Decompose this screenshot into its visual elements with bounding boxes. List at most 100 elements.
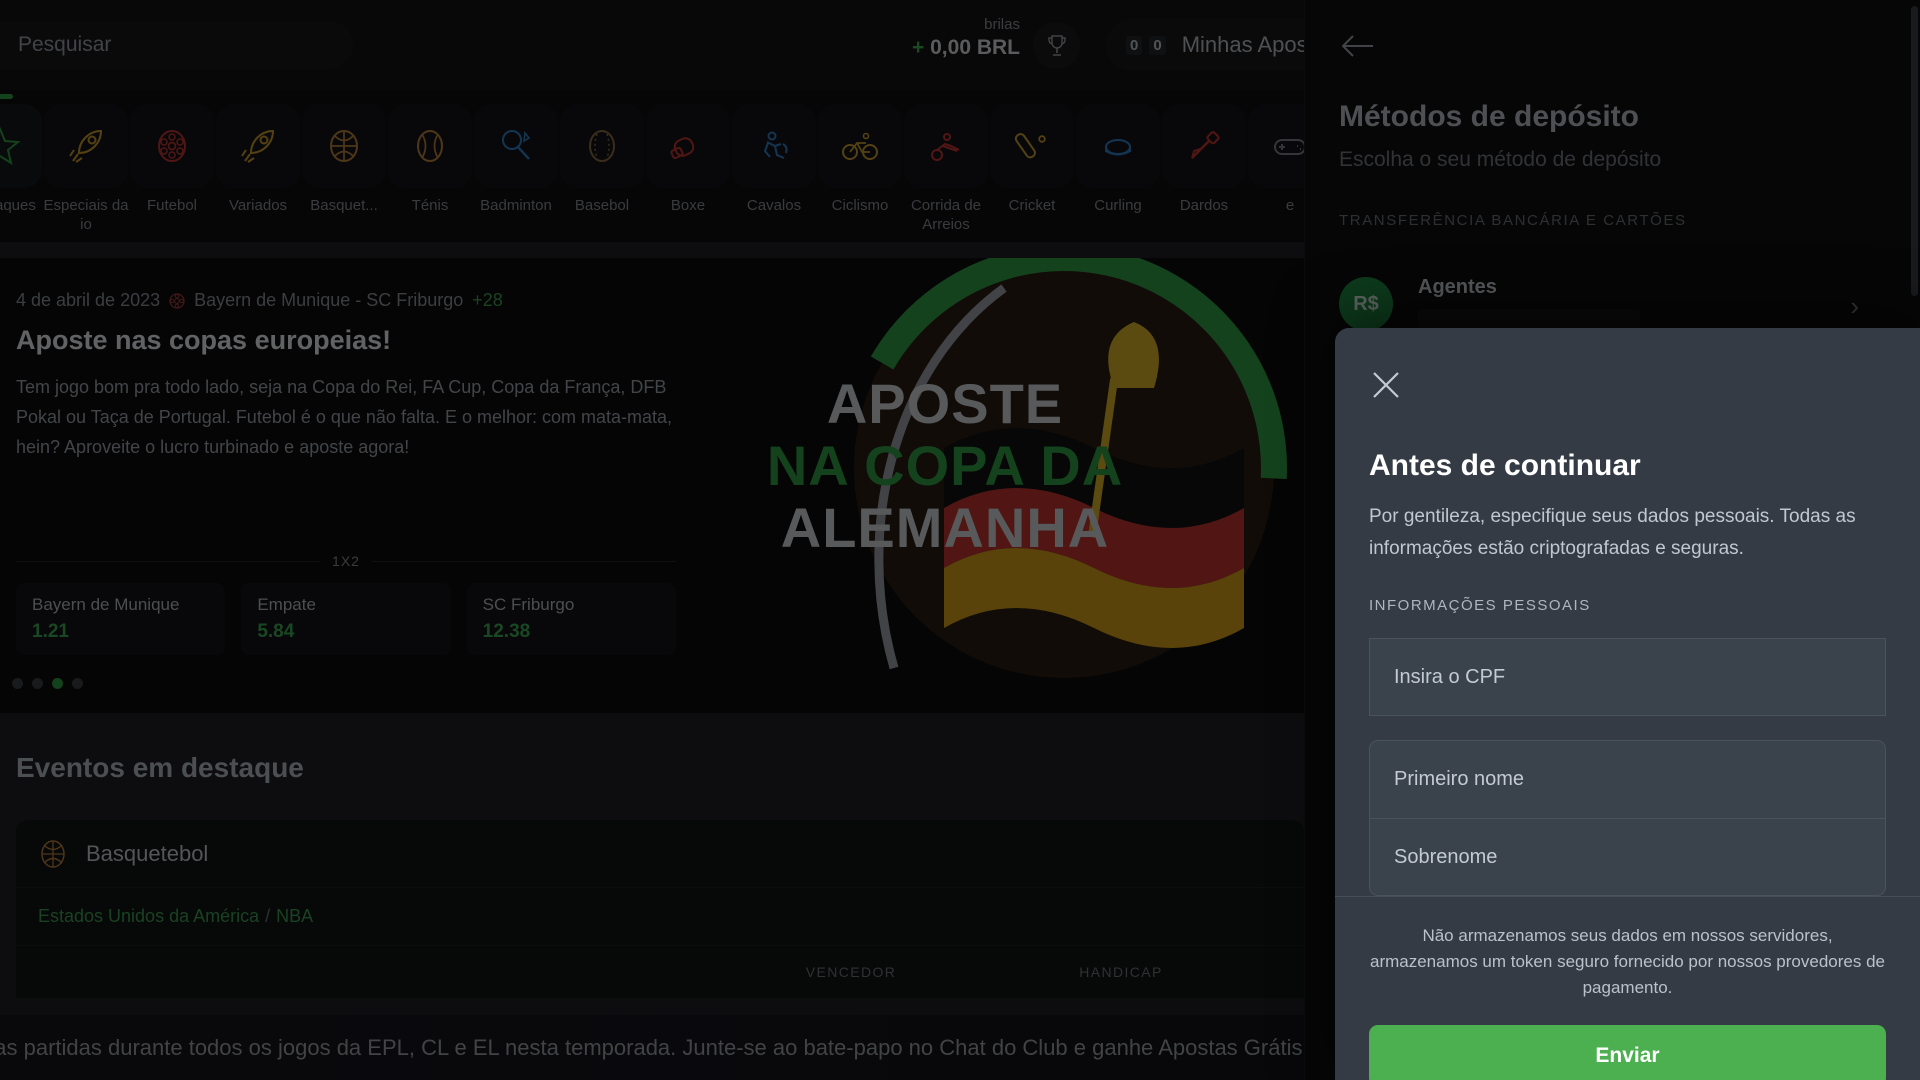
panel-scrollbar[interactable] xyxy=(1911,6,1918,296)
first-name-input[interactable]: Primeiro nome xyxy=(1369,740,1886,818)
modal-section-label: INFORMAÇÕES PESSOAIS xyxy=(1369,597,1591,614)
sport-icon-tile xyxy=(1162,104,1246,188)
odd-value: 1.21 xyxy=(32,621,69,642)
odd-button-1[interactable]: Bayern de Munique 1.21 xyxy=(16,583,226,655)
hero-headline: Aposte nas copas europeias! xyxy=(16,325,392,355)
sport-item-dardos[interactable]: Dardos xyxy=(1162,104,1246,215)
sport-icon-tile xyxy=(904,104,988,188)
personal-info-modal: Antes de continuar Por gentileza, especi… xyxy=(1335,328,1920,1080)
arrow-left-icon[interactable] xyxy=(1340,33,1374,59)
search-input[interactable]: Pesquisar xyxy=(0,21,353,69)
odd-selection-name: SC Friburgo xyxy=(482,595,575,614)
sport-label: Basebol xyxy=(574,197,630,214)
sport-item-especiais-da-io[interactable]: Especiais da io xyxy=(43,104,129,234)
carousel-dot-2[interactable] xyxy=(32,678,43,689)
cycling-icon xyxy=(842,132,878,160)
sport-icon-tile xyxy=(646,104,730,188)
submit-button[interactable]: Enviar xyxy=(1369,1025,1886,1080)
promo-banner[interactable]: Apostas partidas durante todos os jogos … xyxy=(0,1015,1304,1080)
sport-item-corrida-de-arreios[interactable]: Corrida de Arreios xyxy=(904,104,988,234)
league-separator: / xyxy=(265,906,271,926)
balance-amount-row: + 0,00 BRL xyxy=(880,35,1020,61)
trophy-button[interactable] xyxy=(1033,22,1080,69)
sport-item-basebol[interactable]: Basebol xyxy=(560,104,644,215)
football-icon xyxy=(169,292,185,309)
balance-label: brilas xyxy=(984,16,1020,33)
balance-display[interactable]: brilas + 0,00 BRL xyxy=(880,15,1020,61)
hero-art-line2: NA COPA DA xyxy=(766,434,1124,497)
sport-item-variados[interactable]: Variados xyxy=(216,104,300,215)
deposit-method-name: Agentes xyxy=(1418,275,1497,298)
odd-button-2[interactable]: Empate 5.84 xyxy=(241,583,451,655)
sport-item-boxe[interactable]: Boxe xyxy=(646,104,730,215)
sport-icon-tile xyxy=(560,104,644,188)
featured-sport-header[interactable]: Basquetebol xyxy=(16,820,1304,888)
featured-columns: VENCEDOR HANDICAP xyxy=(16,946,1304,998)
hero-art-line3: ALEMANHA xyxy=(780,496,1110,559)
sport-item-badminton[interactable]: Badminton xyxy=(474,104,558,215)
sport-icon-tile xyxy=(732,104,816,188)
basketball-icon xyxy=(41,839,65,868)
carousel-dot-1[interactable] xyxy=(12,678,23,689)
sport-icon-tile xyxy=(216,104,300,188)
sport-item-destaques[interactable]: Destaques xyxy=(0,94,42,215)
sport-item-futebol[interactable]: Futebol xyxy=(130,104,214,215)
deposit-title: Métodos de depósito xyxy=(1339,100,1639,133)
rocket-icon xyxy=(69,129,103,163)
search-placeholder: Pesquisar xyxy=(18,33,112,56)
first-name-placeholder: Primeiro nome xyxy=(1394,768,1525,790)
odd-button-3[interactable]: SC Friburgo 12.38 xyxy=(466,583,676,655)
odd-selection-name: Empate xyxy=(257,595,316,614)
hero-market: 1X2 Bayern de Munique 1.21 Empate 5.84 SC Fr… xyxy=(16,553,676,655)
featured-sport-name: Basquetebol xyxy=(86,840,209,866)
sport-item-ciclismo[interactable]: Ciclismo xyxy=(818,104,902,215)
market-name: 1X2 xyxy=(332,553,360,569)
sport-icon-tile xyxy=(302,104,386,188)
carousel-dots[interactable] xyxy=(12,678,83,689)
sport-label: Basquet... xyxy=(310,197,378,214)
odds-row[interactable]: Bayern de Munique 1.21 Empate 5.84 SC Fribur… xyxy=(16,583,676,655)
hero-art-line1: APOSTE xyxy=(826,372,1064,435)
modal-header: Antes de continuar Por gentileza, especi… xyxy=(1335,328,1920,614)
sport-label: Dardos xyxy=(1179,197,1229,214)
modal-footer: Não armazenamos seus dados em nossos ser… xyxy=(1335,896,1920,1080)
sport-icon-tile xyxy=(818,104,902,188)
cpf-input[interactable]: Insira o CPF xyxy=(1369,638,1886,716)
football-icon xyxy=(158,130,186,162)
sport-label: Curling xyxy=(1094,197,1142,214)
sport-icon-tile xyxy=(0,104,42,188)
odd-value: 5.84 xyxy=(257,621,295,642)
close-icon[interactable] xyxy=(1369,368,1403,402)
sport-item-curling[interactable]: Curling xyxy=(1076,104,1160,215)
active-indicator xyxy=(0,94,13,99)
last-name-input[interactable]: Sobrenome xyxy=(1369,818,1886,896)
hero-artwork-text: APOSTE NA COPA DA ALEMANHA xyxy=(735,373,1155,559)
hero-banner[interactable]: 4 de abril de 2023 Bayern de Munique - S… xyxy=(0,258,1304,713)
hero-text: 4 de abril de 2023 Bayern de Munique - S… xyxy=(16,290,676,462)
sport-item-basquet[interactable]: Basquet... xyxy=(302,104,386,215)
featured-league-row[interactable]: Estados Unidos da América / NBA xyxy=(16,888,1304,946)
carousel-dot-4[interactable] xyxy=(72,678,83,689)
sport-item-t-nis[interactable]: Ténis xyxy=(388,104,472,215)
sport-label: Ténis xyxy=(411,197,449,214)
promo-text: Apostas partidas durante todos os jogos … xyxy=(0,1034,1304,1060)
brl-badge-icon: R$ xyxy=(1339,277,1393,331)
sport-item-cricket[interactable]: Cricket xyxy=(990,104,1074,215)
column-header-vencedor: VENCEDOR xyxy=(805,964,897,980)
league-country[interactable]: Estados Unidos da América xyxy=(38,906,259,927)
tennis-icon xyxy=(417,130,443,162)
sport-item-cavalos[interactable]: Cavalos xyxy=(732,104,816,215)
league-name[interactable]: NBA xyxy=(276,906,313,927)
sport-icon-tile xyxy=(990,104,1074,188)
odd-selection-name: Bayern de Munique xyxy=(32,595,180,614)
hero-more-markets[interactable]: +28 xyxy=(472,290,503,311)
baseball-icon xyxy=(589,130,615,162)
sport-label: Cavalos xyxy=(746,197,802,214)
my-bets-counters: 0 0 xyxy=(1126,35,1166,55)
deposit-subtitle: Escolha o seu método de depósito xyxy=(1339,148,1662,171)
carousel-dot-3[interactable] xyxy=(52,678,63,689)
balance-amount: 0,00 BRL xyxy=(930,36,1020,59)
my-bets-count-open: 0 xyxy=(1126,35,1143,55)
cricket-icon xyxy=(1014,133,1046,159)
boxing-icon xyxy=(670,137,695,160)
